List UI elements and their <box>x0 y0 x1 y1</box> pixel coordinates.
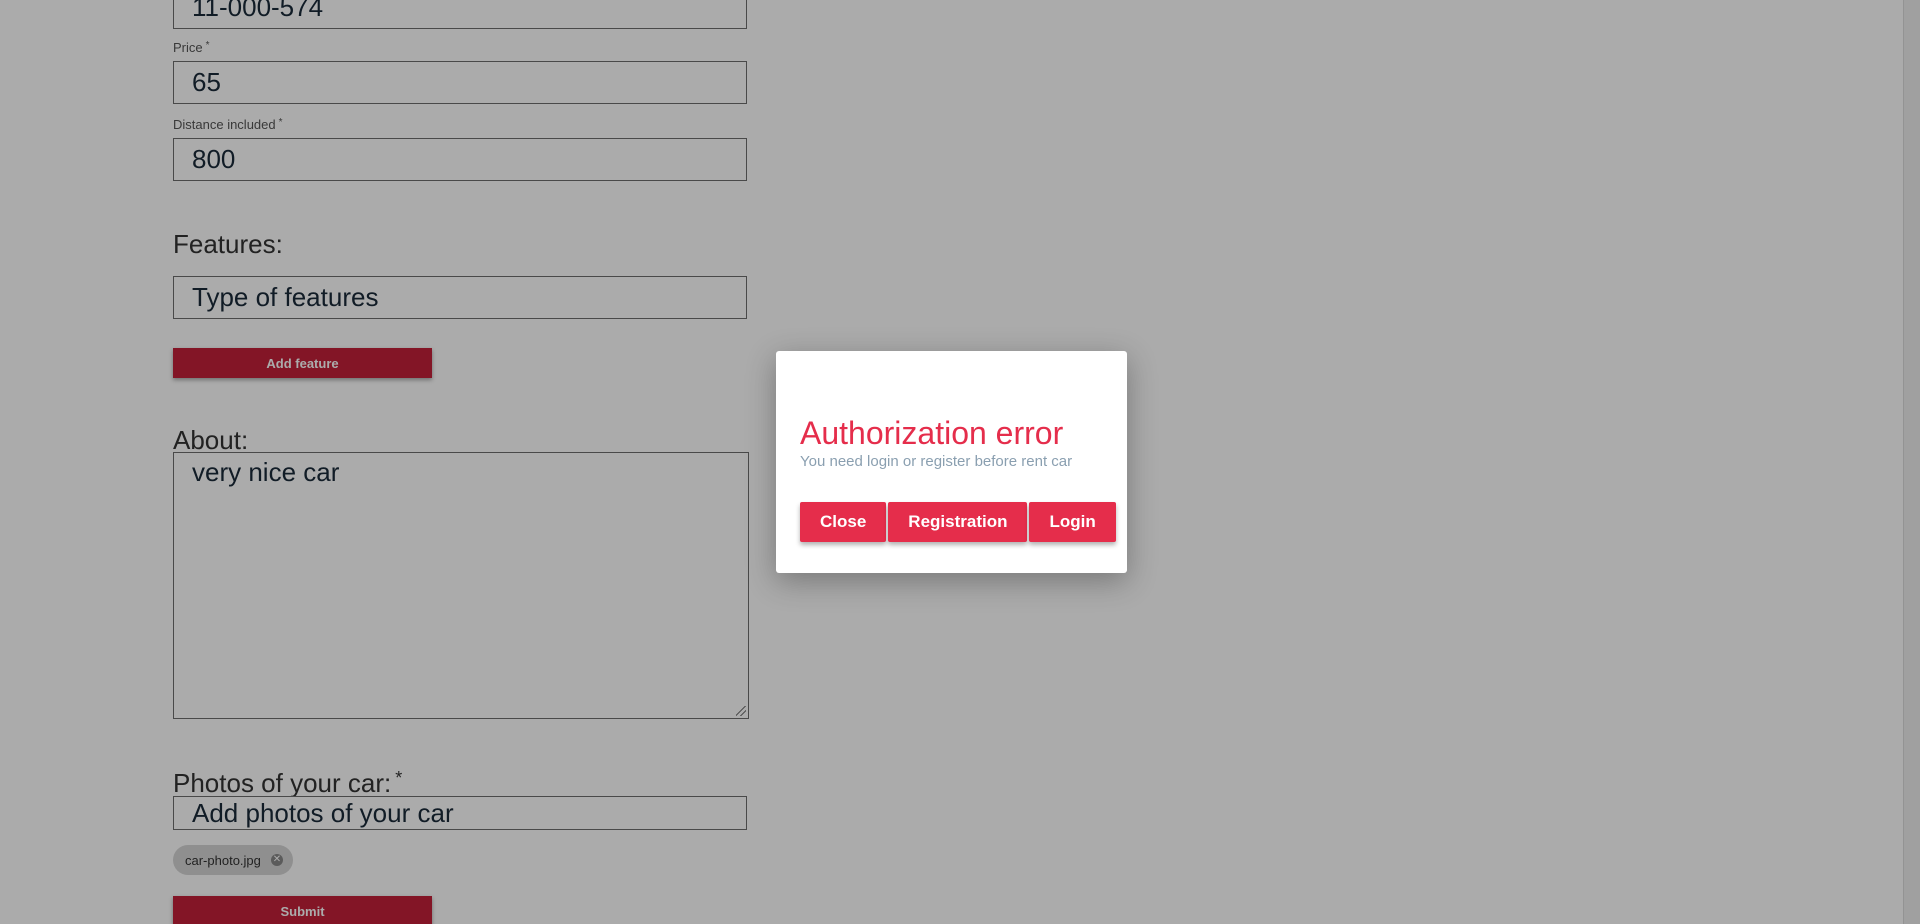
close-button[interactable]: Close <box>800 502 887 543</box>
login-button[interactable]: Login <box>1029 502 1116 543</box>
dialog-actions: Close Registration Login <box>800 502 1116 543</box>
dialog-title: Authorization error <box>800 415 1064 451</box>
registration-button[interactable]: Registration <box>888 502 1028 543</box>
authorization-error-dialog: Authorization error You need login or re… <box>776 351 1127 573</box>
dialog-subtitle: You need login or register before rent c… <box>800 453 1073 471</box>
